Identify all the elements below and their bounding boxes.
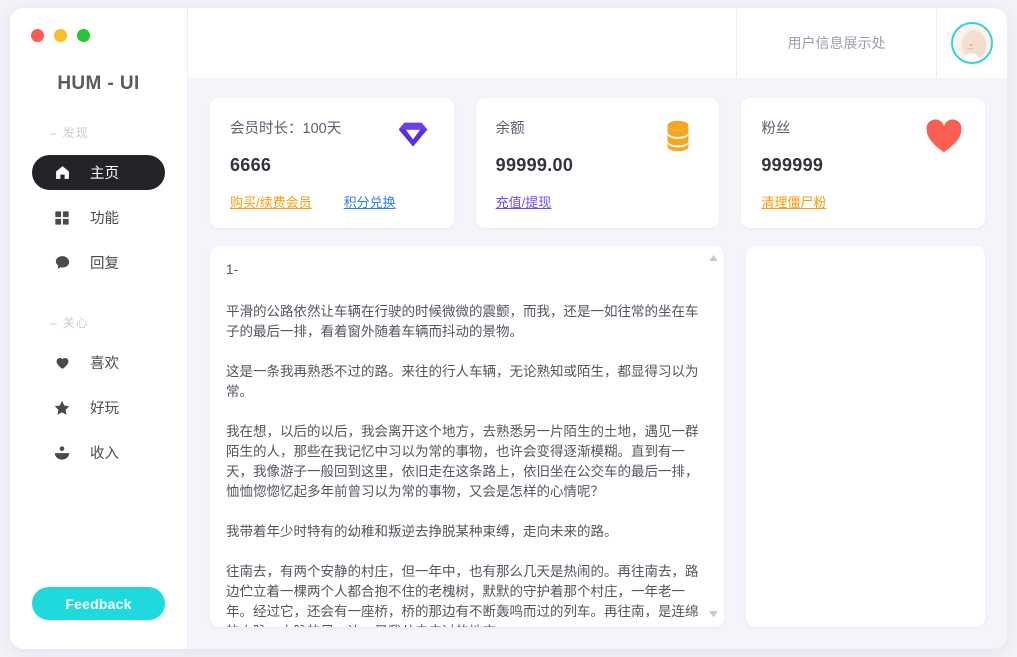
article-paragraph: 1- (226, 262, 239, 277)
section-dash-discover: – (50, 125, 58, 140)
app-window: HUM - UI – 发现 主页 功能 回复 – 关心 喜欢 好玩 收入 Fee… (10, 8, 1007, 649)
stat-card-membership: 会员时长：100天 6666 购买/续费会员 积分兑换 (210, 98, 454, 228)
sidebar-item-label-fun: 好玩 (90, 401, 119, 417)
sidebar-section-label-care: – 关心 (50, 314, 187, 331)
user-info-cell[interactable]: 用户信息展示处 (737, 8, 937, 78)
main-area: 用户信息展示处 会员时长：100天 6666 购买/续费会员 积分兑换 余额 9… (188, 8, 1007, 649)
stat-value-fans: 999999 (761, 155, 824, 175)
top-header-bar: 用户信息展示处 (188, 8, 1007, 78)
link-clear-zombie-fans[interactable]: 清理僵尸粉 (761, 192, 826, 211)
article-paragraph: 我带着年少时特有的幼稚和叛逆去挣脱某种束缚，走向未来的路。 (226, 524, 618, 539)
sidebar-item-label-features: 功能 (90, 211, 119, 227)
avatar[interactable] (951, 22, 993, 64)
section-title-care: 关心 (62, 316, 89, 330)
stats-row: 会员时长：100天 6666 购买/续费会员 积分兑换 余额 99999.00 (210, 98, 986, 228)
stat-card-fans: 粉丝 999999 清理僵尸粉 (741, 98, 986, 228)
section-title-discover: 发现 (62, 126, 89, 140)
star-icon (52, 398, 72, 418)
section-dash-care: – (50, 315, 58, 330)
sidebar-item-label-likes: 喜欢 (90, 356, 119, 372)
stat-links-membership: 购买/续费会员 积分兑换 (230, 192, 434, 211)
maximize-button[interactable] (77, 29, 90, 42)
sidebar-item-label-income: 收入 (90, 446, 119, 462)
app-root: HUM - UI – 发现 主页 功能 回复 – 关心 喜欢 好玩 收入 Fee… (0, 0, 1017, 657)
link-points-exchange[interactable]: 积分兑换 (344, 192, 396, 211)
comment-icon (52, 253, 72, 273)
sidebar-item-likes[interactable]: 喜欢 (32, 345, 165, 380)
minimize-button[interactable] (54, 29, 67, 42)
sidebar-section-label-discover: – 发现 (50, 124, 187, 141)
stat-value-balance: 99999.00 (495, 155, 574, 175)
diamond-icon (392, 115, 434, 157)
stat-links-balance: 充值/提现 (496, 192, 700, 211)
app-brand-title: HUM - UI (57, 73, 140, 94)
window-controls (10, 8, 187, 42)
stat-links-fans: 清理僵尸粉 (761, 192, 965, 211)
article-paragraph: 往南去，有两个安静的村庄，但一年中，也有那么几天是热闹的。再往南去，路边伫立着一… (226, 564, 699, 627)
header-left-blank (188, 8, 737, 78)
feedback-button[interactable]: Feedback (32, 587, 165, 620)
hand-holding-icon (52, 443, 72, 463)
content-area: 会员时长：100天 6666 购买/续费会员 积分兑换 余额 99999.00 (188, 78, 1007, 649)
empty-panel (746, 246, 985, 627)
panels-row: 1- 平滑的公路依然让车辆在行驶的时候微微的震颤，而我，还是一如往常的坐在车子的… (210, 246, 985, 627)
sidebar-item-label-home: 主页 (90, 166, 119, 182)
home-icon (52, 163, 72, 183)
heart-filled-icon (923, 115, 965, 157)
sidebar-item-reply[interactable]: 回复 (32, 245, 165, 280)
link-recharge-withdraw[interactable]: 充值/提现 (496, 192, 552, 211)
article-paragraph: 我在想，以后的以后，我会离开这个地方，去熟悉另一片陌生的土地，遇见一群陌生的人，… (226, 424, 699, 499)
sidebar-item-label-reply: 回复 (90, 256, 119, 272)
heart-icon (52, 353, 72, 373)
avatar-cell (937, 8, 1007, 78)
sidebar-item-features[interactable]: 功能 (32, 200, 165, 235)
stat-value-membership: 6666 (230, 155, 272, 175)
feedback-container: Feedback (10, 587, 187, 649)
grid-icon (52, 208, 72, 228)
sidebar-item-fun[interactable]: 好玩 (32, 390, 165, 425)
coins-icon (657, 115, 699, 157)
close-button[interactable] (31, 29, 44, 42)
article-scroll-area[interactable]: 1- 平滑的公路依然让车辆在行驶的时候微微的震颤，而我，还是一如往常的坐在车子的… (210, 246, 724, 627)
sidebar-item-income[interactable]: 收入 (32, 435, 165, 470)
stat-card-balance: 余额 99999.00 充值/提现 (475, 98, 720, 228)
sidebar: HUM - UI – 发现 主页 功能 回复 – 关心 喜欢 好玩 收入 Fee… (10, 8, 188, 649)
link-buy-renew-membership[interactable]: 购买/续费会员 (230, 192, 312, 211)
sidebar-item-home[interactable]: 主页 (32, 155, 165, 190)
article-paragraph: 平滑的公路依然让车辆在行驶的时候微微的震颤，而我，还是一如往常的坐在车子的最后一… (226, 304, 699, 339)
article-paragraph: 这是一条我再熟悉不过的路。来往的行人车辆，无论熟知或陌生，都显得习以为常。 (226, 364, 699, 399)
article-card: 1- 平滑的公路依然让车辆在行驶的时候微微的震颤，而我，还是一如往常的坐在车子的… (210, 246, 724, 627)
avatar-illustration (953, 24, 991, 62)
